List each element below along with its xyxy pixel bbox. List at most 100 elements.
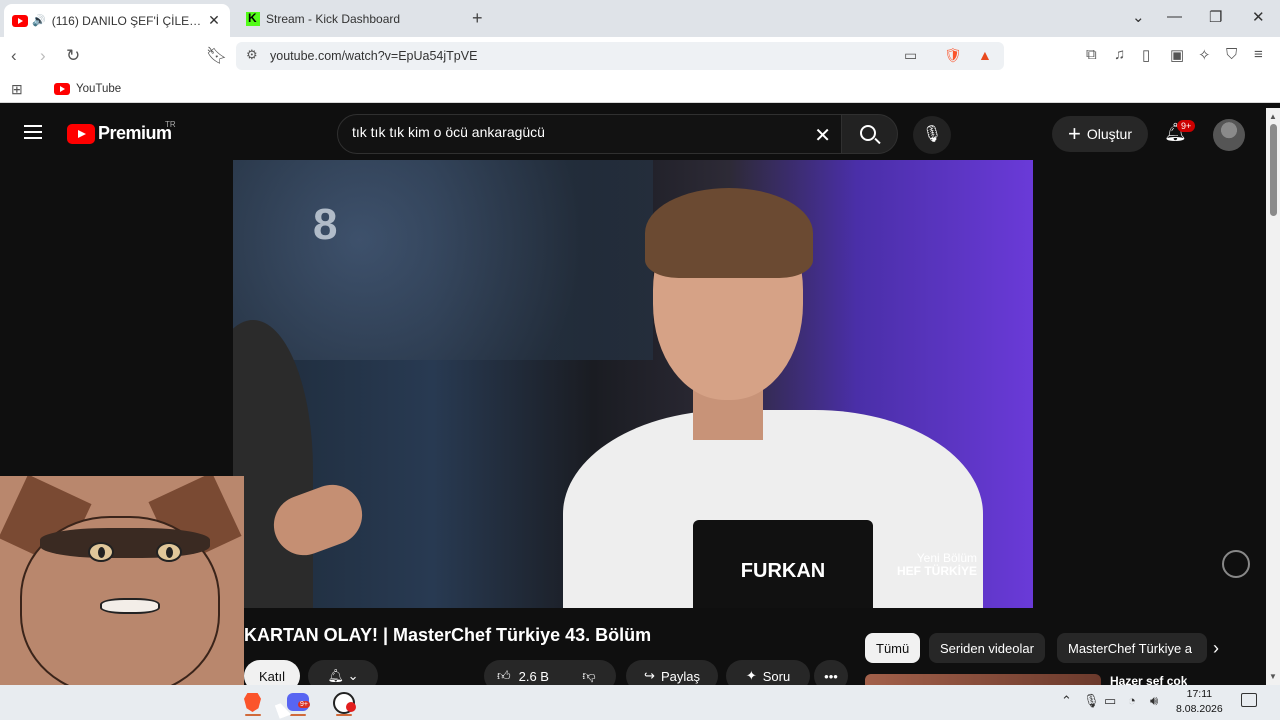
bookmark-youtube[interactable]: YouTube [54,83,121,95]
thumbs-down-icon: 👎︎ [582,668,596,683]
sparkle-icon: ✦ [745,668,757,683]
logo-text: Premium [98,123,172,143]
webcam-overlay [0,476,244,685]
search-box: ✕ [337,114,842,154]
video-title: KARTAN OLAY! | MasterChef Türkiye 43. Bö… [244,625,652,645]
clock-date: 8.08.2026 [1176,703,1223,715]
notifications-center-icon[interactable] [1241,693,1257,707]
search-icon [860,125,876,141]
tab-kick[interactable]: Stream - Kick Dashboard [238,5,460,33]
forward-icon[interactable]: › [40,46,46,66]
apps-grid-icon[interactable]: ⊞ [11,81,23,98]
thumbs-up-icon: 👍︎ [497,668,511,683]
like-count: 2.6 B [518,668,549,684]
next-video-title[interactable]: Hazer şef çok [1110,674,1187,685]
join-label: Katıl [258,668,285,684]
new-tab-icon[interactable]: + [472,8,483,29]
avatar[interactable] [1213,119,1245,151]
apron: FURKAN [693,520,873,608]
close-window-icon[interactable]: ✕ [1252,8,1265,26]
tray-overflow-icon[interactable]: ⌃ [1061,693,1072,709]
scrollbar-thumb[interactable] [1270,124,1277,216]
chevron-right-icon[interactable]: › [1213,638,1219,659]
tab-title: Stream - Kick Dashboard [266,12,401,26]
menu-icon[interactable]: ≡ [1254,46,1263,63]
battery-icon[interactable]: ▭ [1104,693,1116,709]
running-indicator [290,714,306,716]
chip-label: Seriden videolar [940,640,1034,656]
contestant-left [233,320,313,608]
background-number: 8 [313,200,338,249]
minimize-icon[interactable]: — [1167,8,1182,25]
recording-dot-icon [346,702,356,712]
chip-label: MasterChef Türkiye a [1068,640,1193,656]
back-icon[interactable]: ‹ [11,46,17,66]
speaker-icon[interactable]: 🔊 [32,14,46,27]
youtube-favicon-icon [12,14,28,27]
kick-favicon-icon [246,11,260,26]
notifications-badge: 9+ [1177,120,1196,132]
tab-search-chevron-icon[interactable]: ⌄ [1132,8,1145,26]
volume-icon[interactable]: 🔊︎ [1150,693,1158,709]
url-text: youtube.com/watch?v=EpUa54jTpVE [270,49,478,63]
running-indicator [336,714,352,716]
tab-title: (116) DANILO ŞEF'İ ÇİLEDEN Ç [51,13,206,28]
video-player[interactable]: 8 FURKAN Yeni Bölüm HEF TÜRKİYE [233,160,1033,608]
hair [645,188,813,278]
apron-name: FURKAN [740,560,826,582]
ask-label: Soru [762,668,791,684]
taskbar-obs[interactable] [327,690,361,716]
page-scrollbar[interactable]: ▲ ▼ [1266,108,1280,685]
browser-tab-strip: 🔊 (116) DANILO ŞEF'İ ÇİLEDEN Ç ✕ Stream … [0,0,1280,37]
youtube-favicon-icon [54,83,70,95]
bookmark-label: YouTube [76,83,122,95]
tab-youtube[interactable]: 🔊 (116) DANILO ŞEF'İ ÇİLEDEN Ç ✕ [4,4,230,37]
browser-toolbar: ‹ › ↻ 🔖︎ ⚙ youtube.com/watch?v=EpUa54jTp… [0,37,1280,75]
wifi-icon[interactable]: ◔ [1128,693,1136,708]
chip-series[interactable]: Seriden videolar [929,633,1045,663]
region-code: TR [165,120,176,129]
broadcast-watermark: Yeni Bölüm HEF TÜRKİYE [897,552,977,578]
brave-rewards-icon[interactable]: ▲ [978,47,992,63]
bookmark-icon[interactable]: 🔖︎ [206,46,228,66]
reload-icon[interactable]: ↻ [66,46,80,66]
address-bar[interactable]: ⚙ youtube.com/watch?v=EpUa54jTpVE ▭ 🛡︎ ▲ [236,42,1004,70]
search-button[interactable] [841,114,898,154]
site-info-icon[interactable]: ⚙ [246,47,258,63]
sidebar-icon[interactable]: ▯ [1142,46,1150,64]
fox-eye [156,542,182,562]
bell-icon: 🔔︎ ⌄ [327,668,359,683]
media-icon[interactable]: ♫ [1114,46,1125,63]
clear-search-icon[interactable]: ✕ [814,123,831,148]
cast-icon[interactable]: ▭ [904,47,917,64]
leo-ai-icon[interactable]: ✧ [1198,46,1211,64]
extensions-icon[interactable]: ⧉ [1086,46,1097,63]
wallet-icon[interactable]: ▣ [1170,46,1184,64]
system-clock[interactable]: 17:11 8.08.2026 [1176,687,1223,717]
chip-all[interactable]: Tümü [865,633,921,663]
running-indicator [245,714,261,716]
brave-shields-icon[interactable]: 🛡︎ [944,47,962,64]
fox-mouth [100,598,160,614]
vpn-icon[interactable]: ⛉ [1226,46,1237,63]
scroll-down-icon[interactable]: ▼ [1269,672,1277,681]
create-button[interactable]: + Oluştur [1052,116,1148,152]
restore-icon[interactable]: ❐ [1209,8,1222,26]
scroll-up-icon[interactable]: ▲ [1269,112,1277,121]
microphone-icon[interactable]: 🎙︎ [1083,693,1100,709]
voice-search-icon[interactable]: 🎙︎ [913,116,951,154]
masterchef-logo-icon [1222,550,1250,578]
fox-mask [40,528,210,558]
hamburger-menu-icon[interactable] [24,125,42,139]
search-input[interactable] [352,124,812,140]
close-tab-icon[interactable]: ✕ [206,12,222,29]
watermark-line-2: HEF TÜRKİYE [897,564,978,578]
share-label: Paylaş [660,668,700,684]
discord-badge: 9+ [298,701,310,708]
taskbar-brave[interactable] [236,690,270,716]
next-video-thumbnail[interactable] [865,674,1101,685]
youtube-premium-logo[interactable]: Premium TR [67,120,176,144]
chip-masterchef[interactable]: MasterChef Türkiye a [1057,633,1207,663]
more-icon: ••• [824,668,838,684]
youtube-play-icon [67,123,95,144]
